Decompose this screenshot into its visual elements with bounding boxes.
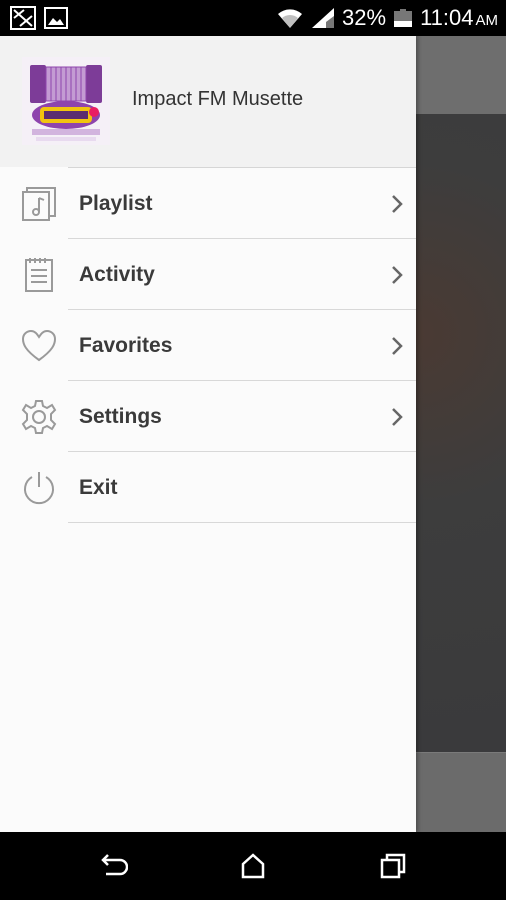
app-toolbar — [416, 36, 506, 114]
notification-icon — [10, 6, 36, 30]
menu-item-activity[interactable]: Activity — [0, 239, 416, 310]
system-nav-bar — [0, 832, 506, 900]
clock: 11:04 AM — [420, 5, 498, 31]
menu-item-settings[interactable]: Settings — [0, 381, 416, 452]
menu-item-playlist[interactable]: Playlist — [0, 168, 416, 239]
signal-icon — [312, 8, 335, 28]
music-note-icon — [22, 187, 56, 221]
recents-icon[interactable] — [377, 850, 409, 882]
station-name: Impact FM Musette — [132, 88, 304, 110]
menu-item-favorites[interactable]: Favorites — [0, 310, 416, 381]
navigation-drawer: Impact FM Musette Playlist Activity Favo… — [0, 36, 416, 832]
image-icon — [44, 7, 68, 29]
chevron-right-icon — [392, 337, 403, 355]
station-logo — [22, 57, 110, 145]
status-bar: 32% 11:04 AM — [0, 0, 506, 36]
background-app[interactable] — [416, 36, 506, 832]
chevron-right-icon — [392, 195, 403, 213]
gear-icon — [21, 400, 57, 434]
menu-label-favorites: Favorites — [79, 334, 173, 357]
menu-label-activity: Activity — [79, 263, 155, 286]
app-content — [416, 114, 506, 752]
menu-item-exit[interactable]: Exit — [0, 452, 416, 523]
back-icon[interactable] — [96, 850, 128, 882]
chevron-right-icon — [392, 408, 403, 426]
home-icon[interactable] — [237, 850, 269, 882]
clock-time: 11:04 — [420, 5, 474, 30]
wifi-icon — [278, 9, 303, 28]
battery-percent: 32% — [342, 5, 387, 30]
chevron-right-icon — [392, 266, 403, 284]
clock-ampm: AM — [475, 12, 499, 29]
notepad-icon — [25, 258, 53, 292]
app-player-bar — [416, 752, 506, 832]
battery-icon — [394, 9, 413, 27]
drawer-header: Impact FM Musette — [0, 36, 416, 167]
accordion-logo-icon — [22, 57, 110, 145]
divider — [68, 522, 416, 523]
menu-label-playlist: Playlist — [79, 192, 153, 215]
heart-icon — [21, 329, 57, 362]
menu-label-exit: Exit — [79, 476, 118, 499]
menu-label-settings: Settings — [79, 405, 162, 428]
power-icon — [24, 472, 54, 505]
